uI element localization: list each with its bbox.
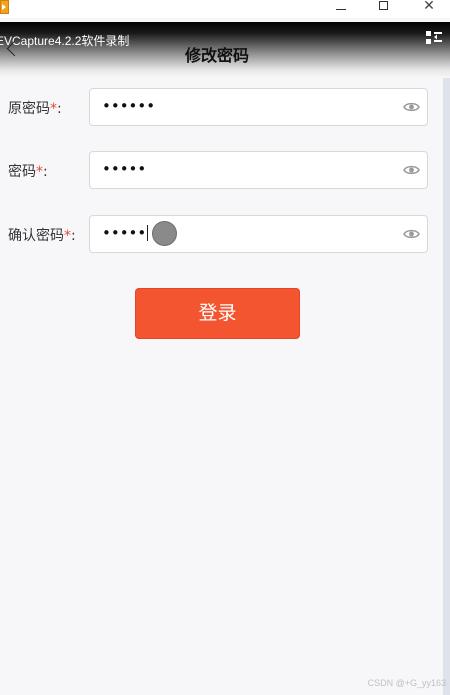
submit-button[interactable]: 登录 <box>135 288 300 339</box>
label-colon: : <box>43 164 48 180</box>
required-mark: * <box>64 228 71 244</box>
confirm-password-dots: ••••• <box>102 224 147 242</box>
touch-pointer-indicator <box>152 221 177 246</box>
close-icon: ✕ <box>423 0 435 14</box>
old-password-label: 原密码*: <box>8 98 62 118</box>
required-mark: * <box>50 101 57 117</box>
minimize-icon <box>336 9 346 10</box>
eye-icon[interactable] <box>403 227 420 241</box>
csdn-watermark: CSDN @+G_yy163 <box>367 678 446 688</box>
old-password-input[interactable]: •••••• <box>89 88 428 126</box>
confirm-password-value: ••••• <box>102 224 149 242</box>
new-password-label: 密码*: <box>8 161 48 181</box>
form-row-old-password: 原密码*: •••••• <box>0 88 440 126</box>
minimize-button[interactable] <box>326 0 356 14</box>
app-header: EVCapture4.2.2软件录制 修改密码 <box>0 22 450 78</box>
field-label-text: 密码 <box>8 164 36 180</box>
eye-icon[interactable] <box>403 100 420 114</box>
scrollbar-track[interactable] <box>443 78 450 695</box>
field-label-text: 确认密码 <box>8 228 64 244</box>
maximize-button[interactable] <box>368 0 398 14</box>
new-password-value: ••••• <box>102 160 147 178</box>
label-colon: : <box>57 101 62 117</box>
field-label-text: 原密码 <box>8 101 50 117</box>
eye-icon[interactable] <box>403 163 420 177</box>
text-caret <box>147 225 149 241</box>
label-colon: : <box>71 228 76 244</box>
window-title-bar: ✕ <box>0 0 450 18</box>
new-password-input[interactable]: ••••• <box>89 151 428 189</box>
menu-sort-icon[interactable] <box>425 30 443 46</box>
page-title: 修改密码 <box>184 46 249 65</box>
form-row-confirm-password: 确认密码*: ••••• <box>0 215 440 253</box>
app-logo-icon <box>0 0 9 14</box>
maximize-icon <box>378 1 388 10</box>
form-row-new-password: 密码*: ••••• <box>0 151 440 189</box>
confirm-password-label: 确认密码*: <box>8 225 76 245</box>
close-button[interactable]: ✕ <box>414 0 444 14</box>
required-mark: * <box>36 164 43 180</box>
confirm-password-input[interactable]: ••••• <box>89 215 428 253</box>
old-password-value: •••••• <box>102 97 156 115</box>
